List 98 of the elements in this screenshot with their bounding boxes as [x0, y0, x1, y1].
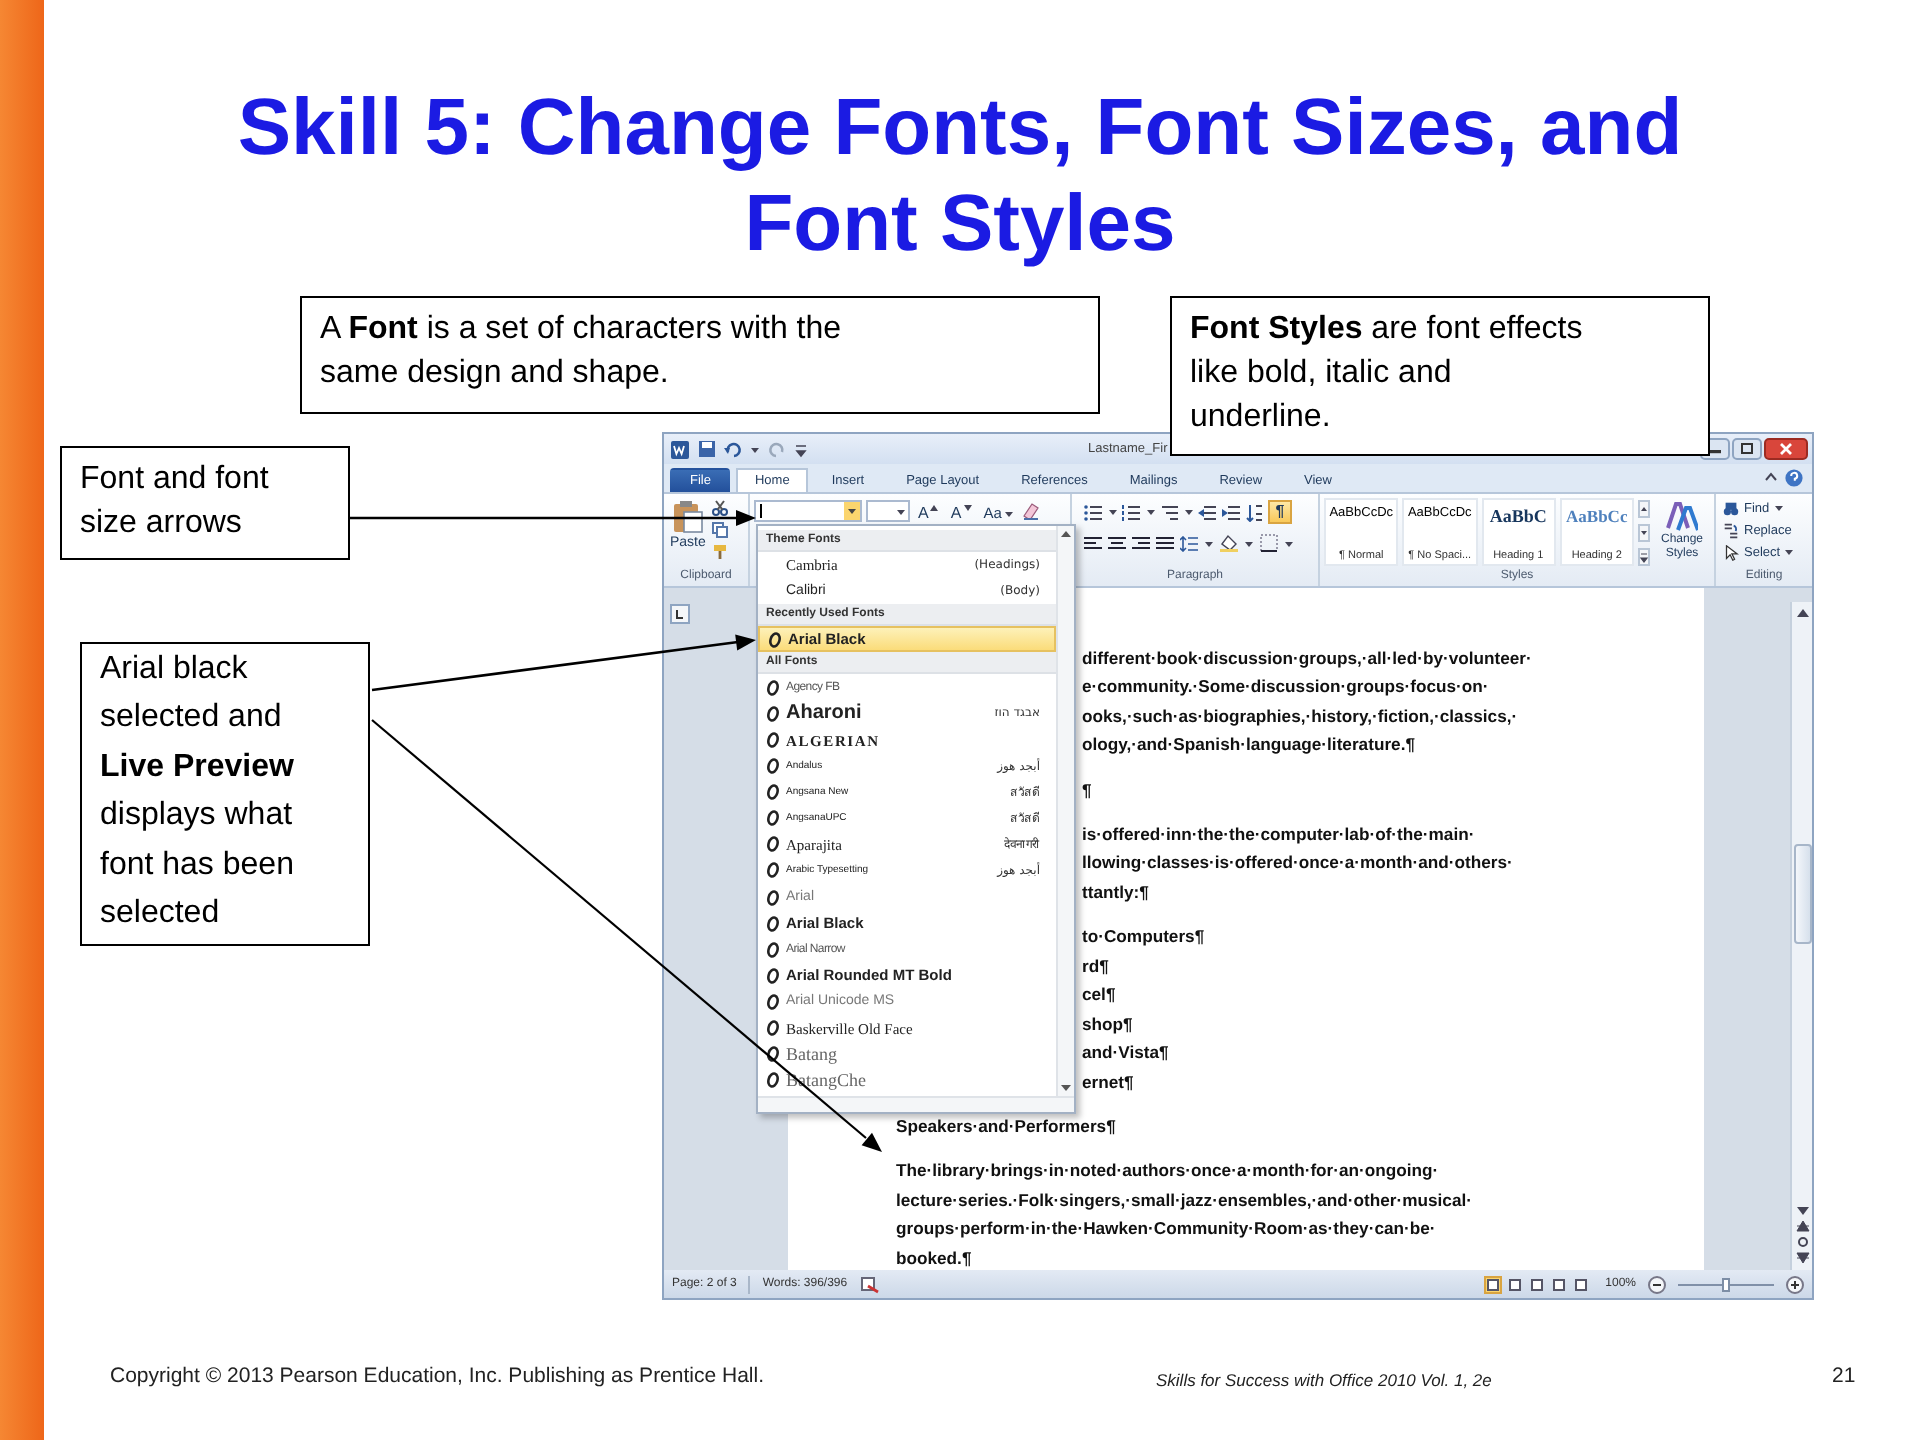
- document-text: ttantly:¶: [1082, 879, 1151, 906]
- document-text: The·library·brings·in·noted·authors·once·a·month·for·an·ongoing·: [896, 1158, 1441, 1185]
- caret-icon[interactable]: [1784, 548, 1795, 556]
- document-icon[interactable]: [670, 439, 690, 459]
- slide-title: Skill 5: Change Fonts, Font Sizes, and Font Styles: [235, 82, 1685, 272]
- caret-icon[interactable]: [1284, 539, 1294, 547]
- line-spacing-icon[interactable]: [1180, 535, 1198, 551]
- document-text: e·community.·Some·discussion·groups·focus·on·: [1082, 674, 1491, 701]
- center-icon[interactable]: [1108, 535, 1126, 551]
- document-text: different·book·discussion·groups,·all·led·by·volunteer·: [1082, 645, 1534, 672]
- caret-icon[interactable]: [896, 507, 906, 515]
- zoom-out-button[interactable]: [1648, 1275, 1666, 1293]
- styles-letters-icon: [1666, 500, 1698, 532]
- font-option[interactable]: Batang: [758, 1041, 1056, 1068]
- maximize-button[interactable]: [1732, 438, 1762, 460]
- borders-icon[interactable]: [1260, 534, 1278, 552]
- page-number: 21: [1832, 1364, 1856, 1388]
- callout-text: Font and font size arrows: [60, 446, 350, 560]
- book-title: Skills for Success with Office 2010 Vol. 1, 2e: [1156, 1370, 1492, 1390]
- document-text: groups·perform·in·the·Hawken·Community·Room·as·they·can·be·: [896, 1216, 1438, 1243]
- clear-formatting-icon[interactable]: [1021, 502, 1040, 520]
- callout-text: Arial black selected and Live Preview displays what font has been selected: [80, 642, 370, 946]
- bullets-icon[interactable]: [1084, 503, 1104, 521]
- outline-icon[interactable]: [1549, 1275, 1568, 1293]
- scroll-up-icon[interactable]: [1795, 608, 1809, 618]
- document-text: lecture·series.·Folk·singers,·small·jazz·ensembles,·and·other·musical·: [896, 1187, 1474, 1214]
- web-layout-icon[interactable]: [1527, 1275, 1546, 1293]
- save-icon[interactable]: [698, 440, 716, 458]
- proofing-icon[interactable]: [859, 1275, 880, 1293]
- caret-icon[interactable]: [1003, 509, 1014, 517]
- caret-icon[interactable]: [1244, 539, 1254, 547]
- caret-icon[interactable]: [1108, 508, 1118, 516]
- align-right-icon[interactable]: [1132, 535, 1150, 551]
- pointer-icon: [1722, 543, 1740, 561]
- resize-grip[interactable]: [758, 1096, 1074, 1112]
- vertical-scrollbar[interactable]: [1790, 602, 1812, 1270]
- caret-icon[interactable]: [1773, 504, 1784, 512]
- next-page-icon[interactable]: [1795, 1252, 1809, 1264]
- scroll-up-icon[interactable]: [1060, 530, 1072, 538]
- decrease-indent-icon[interactable]: [1198, 503, 1218, 521]
- browse-object-icon[interactable]: [1795, 1236, 1809, 1248]
- scrollbar-thumb[interactable]: [1793, 844, 1811, 944]
- binoculars-icon: [1722, 499, 1740, 517]
- draft-icon[interactable]: [1571, 1275, 1590, 1293]
- close-button[interactable]: [1764, 438, 1808, 460]
- font-name-field[interactable]: [754, 500, 862, 522]
- gallery-more-icon[interactable]: [1638, 548, 1650, 566]
- increase-indent-icon[interactable]: [1222, 503, 1242, 521]
- document-text: ¶: [1082, 777, 1094, 804]
- zoom-slider-thumb[interactable]: [1722, 1277, 1730, 1291]
- copy-icon[interactable]: [711, 522, 728, 538]
- up-caret-icon: [930, 504, 939, 512]
- document-text: rd¶: [1082, 953, 1111, 980]
- tab-selector-icon[interactable]: [670, 604, 690, 624]
- document-text: ernet¶: [1082, 1069, 1136, 1096]
- document-text: ology,·and·Spanish·language·literature.¶: [1082, 732, 1417, 759]
- customize-icon[interactable]: [794, 441, 808, 457]
- scroll-down-icon[interactable]: [1795, 1206, 1809, 1216]
- undo-icon[interactable]: [724, 441, 742, 457]
- sort-icon[interactable]: [1246, 503, 1264, 521]
- justify-icon[interactable]: [1156, 535, 1174, 551]
- document-text: llowing·classes·is·offered·once·a·month·and·others·: [1082, 850, 1515, 877]
- grow-font-button[interactable]: A: [914, 500, 943, 526]
- document-text: cel¶: [1082, 982, 1118, 1009]
- align-left-icon[interactable]: [1084, 535, 1102, 551]
- gallery-up-icon[interactable]: [1638, 500, 1650, 518]
- caret-icon[interactable]: [1184, 508, 1194, 516]
- scroll-down-icon[interactable]: [1060, 1084, 1072, 1092]
- document-text: to·Computers¶: [1082, 923, 1207, 950]
- caret-icon[interactable]: [750, 445, 760, 453]
- shrink-font-button[interactable]: A: [946, 500, 976, 526]
- document-text: booked.¶: [896, 1245, 974, 1270]
- clipboard-icon: [671, 500, 704, 534]
- help-icon[interactable]: [1784, 468, 1804, 488]
- zoom-in-button[interactable]: [1786, 1275, 1804, 1293]
- document-text: shop¶: [1082, 1011, 1135, 1038]
- replace-icon: [1722, 521, 1740, 539]
- full-screen-reading-icon[interactable]: [1505, 1275, 1524, 1293]
- gallery-down-icon[interactable]: [1638, 524, 1650, 542]
- document-text: is·offered·inn·the·the·computer·lab·of·the·main·: [1082, 821, 1477, 848]
- copyright-text: Copyright © 2013 Pearson Education, Inc. Publishing as Prentice Hall.: [110, 1364, 765, 1388]
- paintbrush-icon[interactable]: [711, 544, 728, 560]
- document-text: Speakers·and·Performers¶: [896, 1114, 1118, 1140]
- down-caret-icon: [963, 504, 972, 512]
- document-text: and·Vista¶: [1082, 1040, 1171, 1067]
- callout-text: A Font is a set of characters with the same design and shape.: [300, 296, 1100, 414]
- caret-icon[interactable]: [1146, 508, 1156, 516]
- shading-icon[interactable]: [1220, 534, 1238, 552]
- font-size-field[interactable]: [866, 500, 910, 522]
- multilevel-list-icon[interactable]: [1160, 503, 1180, 521]
- callout-text: Font Styles are font effects like bold, italic and underline.: [1170, 296, 1710, 456]
- print-layout-icon[interactable]: [1483, 1275, 1502, 1293]
- previous-page-icon[interactable]: [1795, 1220, 1809, 1232]
- caret-icon[interactable]: [1204, 539, 1214, 547]
- numbering-icon[interactable]: [1122, 503, 1142, 521]
- scissors-icon[interactable]: [711, 500, 728, 516]
- show-marks-button[interactable]: ¶: [1268, 500, 1292, 524]
- document-text: ooks,·such·as·biographies,·history,·fiction,·classics,·: [1082, 703, 1520, 730]
